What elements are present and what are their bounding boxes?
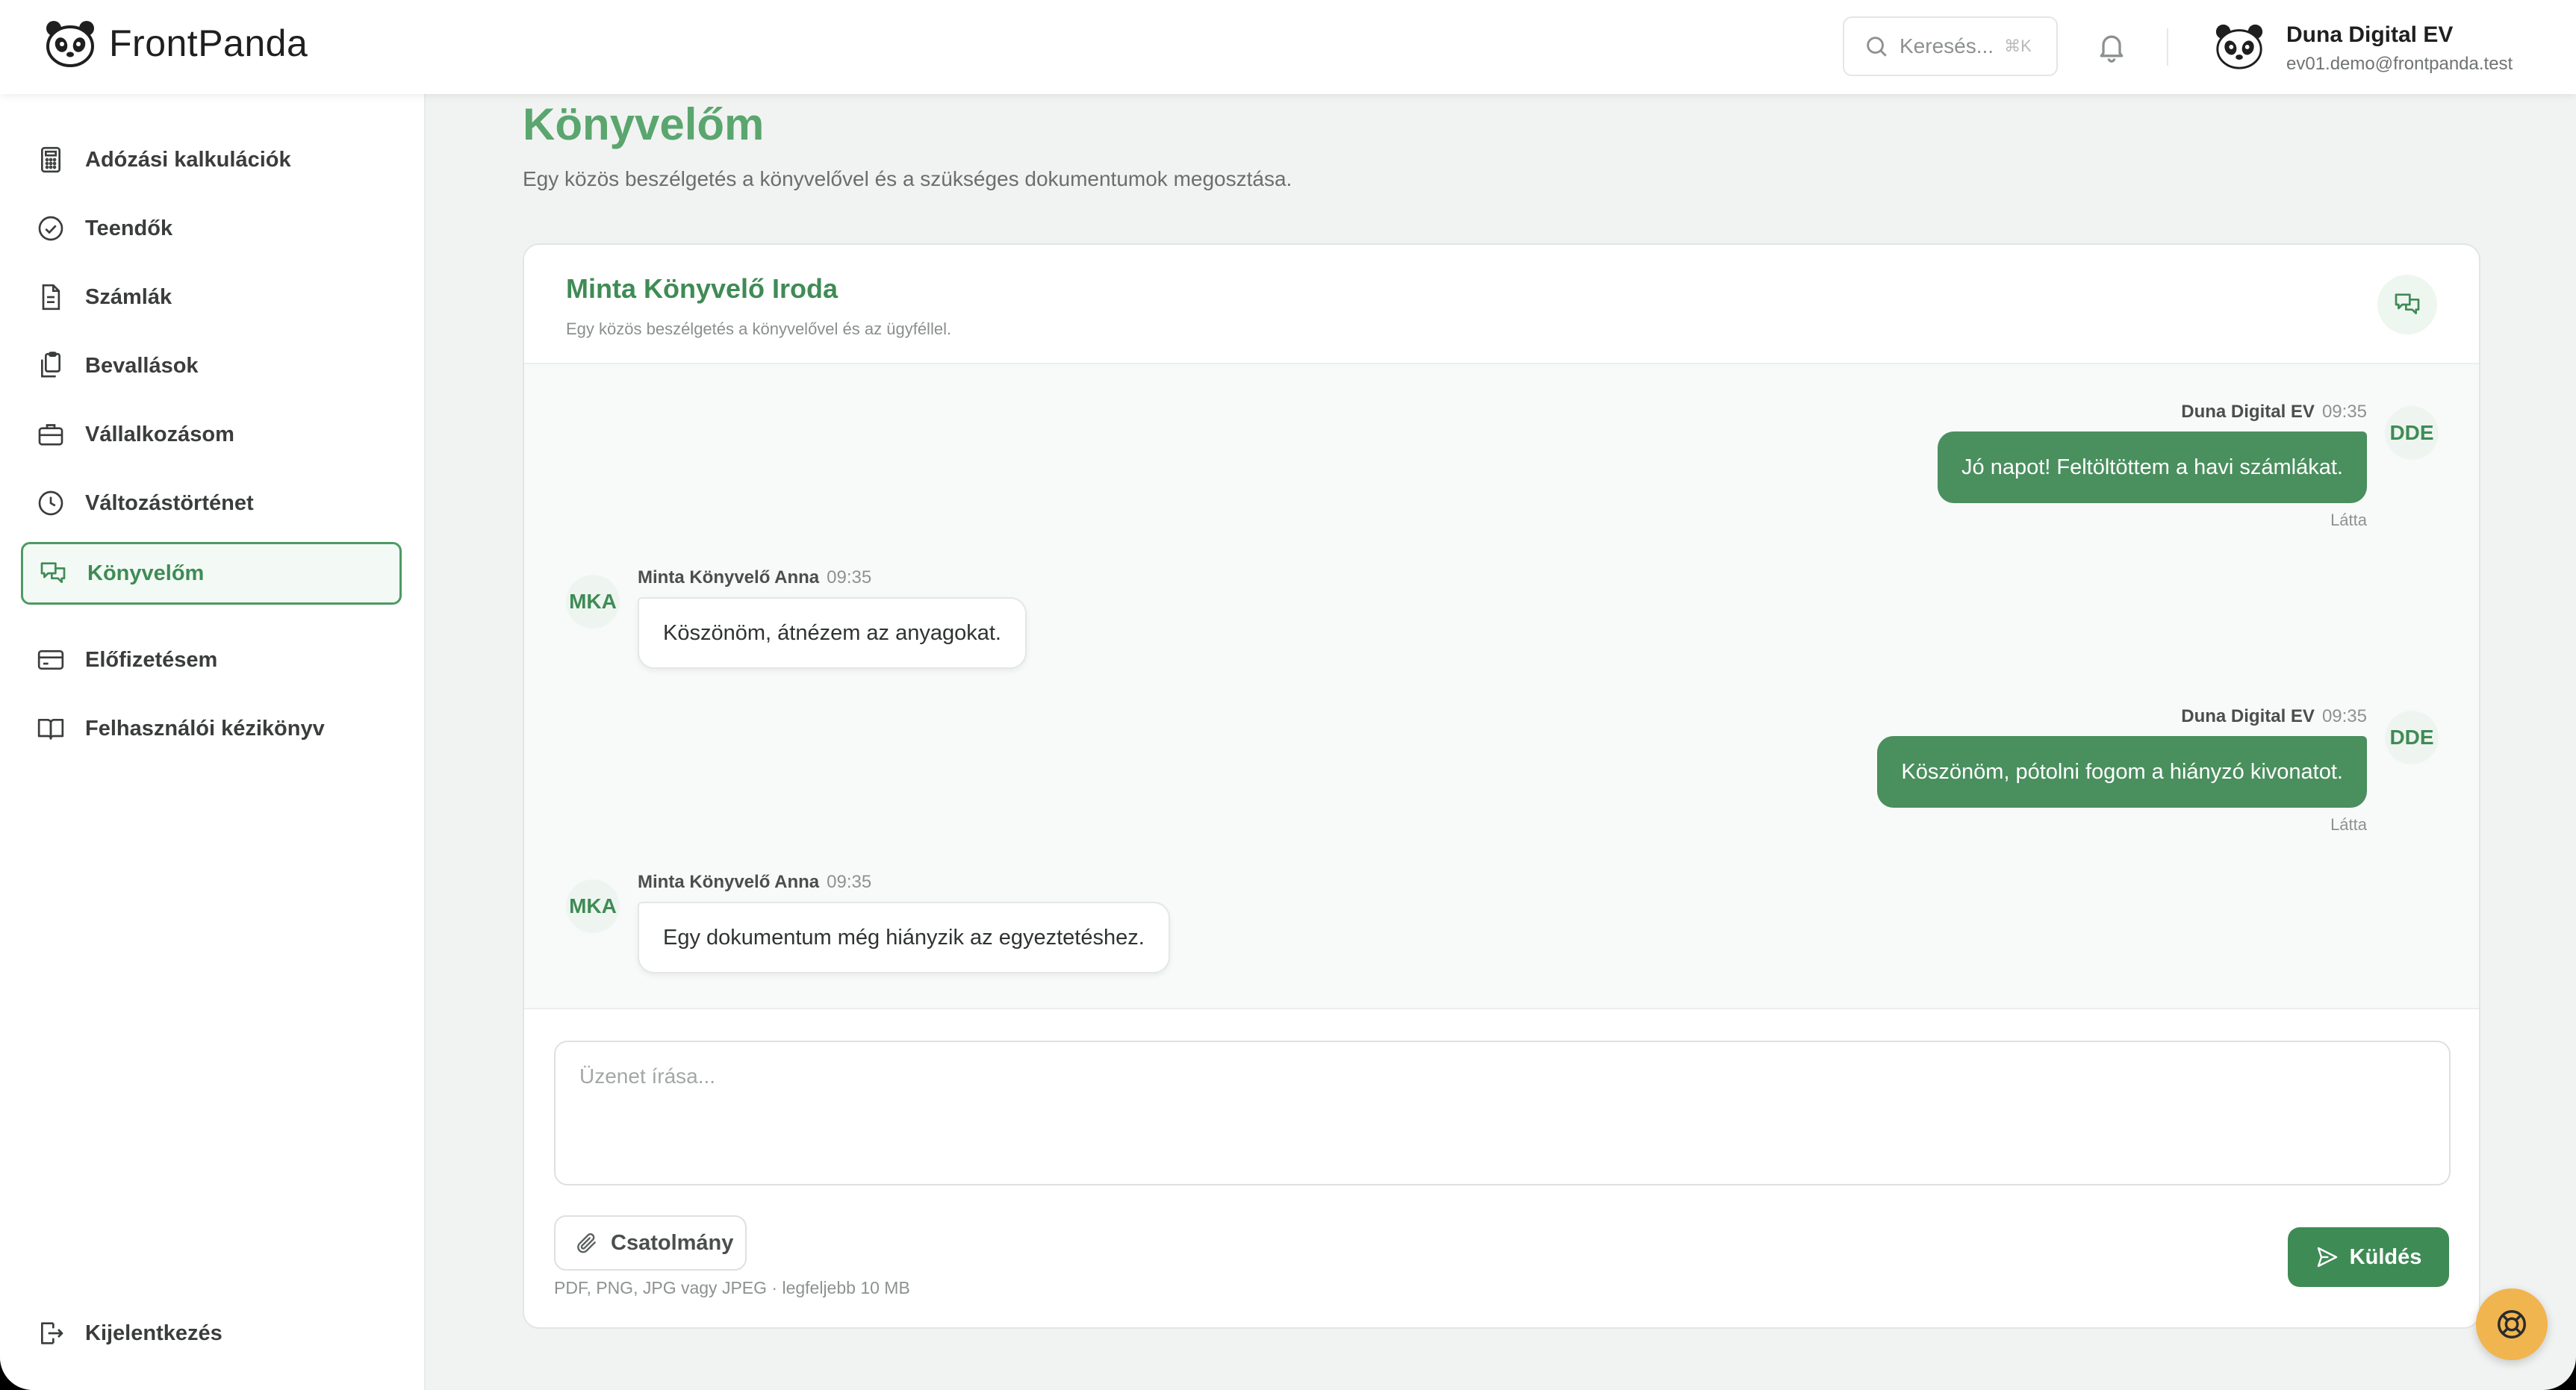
sidebar-item-label: Előfizetésem	[85, 647, 218, 672]
sidebar-item-label: Könyvelőm	[87, 561, 205, 585]
user-avatar[interactable]	[2213, 22, 2265, 74]
message-time: 09:35	[827, 872, 872, 892]
clipboard-copy-icon	[41, 352, 60, 378]
panda-avatar-icon	[2215, 24, 2263, 69]
sidebar-item-label: Számlák	[85, 284, 172, 309]
attachment-label: Csatolmány	[611, 1230, 734, 1255]
search-shortcut: ⌘K	[2004, 37, 2032, 55]
message-meta: Duna Digital EV 09:35	[2181, 706, 2367, 727]
logout-icon	[41, 1322, 63, 1344]
sidebar-item-my-accountant[interactable]: Könyvelőm	[21, 542, 402, 605]
chat-title: Minta Könyvelő Iroda	[566, 273, 839, 304]
logout-label: Kijelentkezés	[85, 1321, 223, 1345]
search-input[interactable]: Keresés... ⌘K	[1843, 16, 2058, 76]
briefcase-icon	[38, 424, 63, 446]
send-button[interactable]: Küldés	[2288, 1227, 2449, 1287]
sidebar-item-my-business[interactable]: Vállalkozásom	[21, 403, 402, 466]
attachment-hint: PDF, PNG, JPG vagy JPEG · legfeljebb 10 …	[554, 1278, 910, 1297]
message-avatar: MKA	[566, 879, 620, 933]
sidebar-item-label: Felhasználói kézikönyv	[85, 716, 325, 741]
send-label: Küldés	[2349, 1244, 2422, 1269]
brand-logo[interactable]: FrontPanda	[43, 19, 308, 67]
brand-name: FrontPanda	[109, 22, 308, 64]
message-bubble: Jó napot! Feltöltöttem a havi számlákat.	[1938, 431, 2367, 503]
clock-icon	[38, 490, 63, 516]
sidebar-item-tax-calculations[interactable]: Adózási kalkulációk	[21, 128, 402, 191]
notifications-button[interactable]	[2095, 28, 2128, 68]
sidebar-item-label: Adózási kalkulációk	[85, 147, 291, 172]
message-avatar: DDE	[2385, 406, 2439, 460]
panda-logo-icon	[46, 21, 94, 67]
chat-card: Minta Könyvelő Iroda Egy közös beszélget…	[523, 243, 2480, 1329]
chat-subtitle: Egy közös beszélgetés a könyvelővel és a…	[566, 320, 952, 338]
message-sender: Minta Könyvelő Anna	[638, 872, 820, 892]
credit-card-icon	[37, 650, 64, 670]
message-meta: Minta Könyvelő Anna 09:35	[638, 567, 871, 588]
chat-header-badge	[2377, 275, 2437, 334]
message-sender: Duna Digital EV	[2181, 402, 2315, 422]
book-icon	[37, 719, 64, 740]
message-input[interactable]: Üzenet írása...	[554, 1041, 2451, 1185]
chat-bubbles-icon	[2395, 293, 2420, 314]
user-name: Duna Digital EV	[2286, 22, 2454, 47]
sidebar-item-todos[interactable]: Teendők	[21, 197, 402, 260]
logout-button[interactable]: Kijelentkezés	[21, 1302, 402, 1365]
send-icon	[2317, 1247, 2337, 1268]
page-subtitle: Egy közös beszélgetés a könyvelővel és a…	[523, 167, 1292, 190]
bell-icon	[2100, 35, 2124, 63]
header-divider	[2167, 28, 2168, 66]
sidebar-item-user-manual[interactable]: Felhasználói kézikönyv	[21, 697, 402, 760]
message-meta: Minta Könyvelő Anna 09:35	[638, 872, 871, 893]
message-sender: Duna Digital EV	[2181, 706, 2315, 726]
message-meta: Duna Digital EV 09:35	[2181, 402, 2367, 423]
search-icon	[1867, 37, 1887, 57]
message-avatar: MKA	[566, 575, 620, 629]
sidebar-item-label: Teendők	[85, 216, 173, 240]
message-status: Látta	[2330, 815, 2367, 834]
top-bar: FrontPanda Keresés... ⌘K Duna Digital EV…	[0, 0, 2576, 94]
search-placeholder: Keresés...	[1900, 34, 1994, 57]
app-window: FrontPanda Keresés... ⌘K Duna Digital EV…	[0, 0, 2576, 1390]
message-list[interactable]: Duna Digital EV 09:35 DDE Jó napot! Feltö…	[524, 364, 2479, 1009]
sidebar-item-label: Bevallások	[85, 353, 199, 378]
message-bubble: Köszönöm, átnézem az anyagokat.	[638, 597, 1027, 669]
paperclip-icon	[577, 1232, 596, 1253]
sidebar: Adózási kalkulációk Teendők Számlák Beva…	[0, 94, 426, 1390]
calculator-icon	[41, 146, 60, 173]
sidebar-item-subscription[interactable]: Előfizetésem	[21, 629, 402, 691]
message-time: 09:35	[827, 567, 872, 588]
user-email: ev01.demo@frontpanda.test	[2286, 54, 2513, 74]
chat-bubbles-icon	[40, 562, 66, 583]
message-input-placeholder: Üzenet írása...	[579, 1065, 716, 1088]
check-circle-icon	[38, 216, 63, 241]
message-time: 09:35	[2321, 706, 2367, 726]
message-avatar: DDE	[2385, 711, 2439, 764]
attachment-button[interactable]: Csatolmány	[554, 1215, 747, 1271]
sidebar-item-label: Változástörténet	[85, 490, 254, 515]
message-bubble: Egy dokumentum még hiányzik az egyezteté…	[638, 902, 1170, 973]
sidebar-item-invoices[interactable]: Számlák	[21, 266, 402, 328]
message-time: 09:35	[2321, 402, 2367, 422]
sidebar-item-tax-returns[interactable]: Bevallások	[21, 334, 402, 397]
chat-header: Minta Könyvelő Iroda Egy közös beszélget…	[524, 245, 2479, 364]
sidebar-item-label: Vállalkozásom	[85, 422, 234, 446]
message-status: Látta	[2330, 511, 2367, 529]
lifebuoy-icon	[2498, 1310, 2526, 1338]
document-icon	[42, 284, 60, 311]
message-sender: Minta Könyvelő Anna	[638, 567, 820, 588]
sidebar-item-change-history[interactable]: Változástörténet	[21, 472, 402, 535]
help-button[interactable]	[2476, 1288, 2548, 1360]
page-title: Könyvelőm	[523, 99, 765, 149]
message-bubble: Köszönöm, pótolni fogom a hiányzó kivona…	[1877, 736, 2367, 808]
